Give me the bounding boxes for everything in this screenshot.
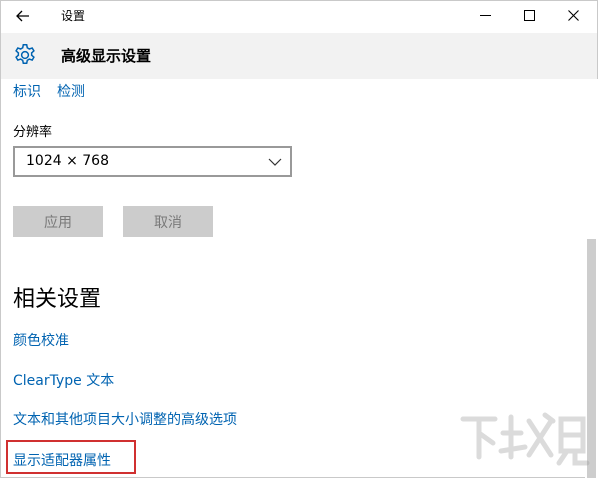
maximize-button[interactable] (507, 1, 551, 29)
scroll-thumb[interactable] (587, 239, 596, 478)
chevron-down-icon (268, 158, 282, 166)
resolution-label: 分辨率 (13, 125, 53, 140)
window-title: 设置 (61, 9, 86, 23)
identify-link[interactable]: 标识 (13, 84, 41, 100)
page-header: 高级显示设置 (1, 33, 597, 79)
top-links: 标识 检测 (13, 81, 101, 101)
close-icon (567, 9, 579, 21)
close-button[interactable] (551, 1, 595, 29)
cancel-button[interactable]: 取消 (123, 206, 213, 237)
detect-link[interactable]: 检测 (57, 84, 85, 100)
minimize-button[interactable] (463, 1, 507, 29)
color-calibration-link[interactable]: 颜色校准 (13, 330, 69, 350)
resolution-dropdown[interactable]: 1024 × 768 (13, 146, 292, 177)
gear-icon (15, 44, 35, 65)
back-arrow-icon (16, 10, 29, 22)
apply-button[interactable]: 应用 (13, 206, 103, 237)
back-button[interactable] (7, 3, 39, 29)
advanced-sizing-link[interactable]: 文本和其他项目大小调整的高级选项 (13, 409, 237, 429)
settings-content: 标识 检测 分辨率 1024 × 768 应用 取消 相关设置 颜色校准 Clea… (1, 79, 585, 478)
settings-window: 设置 高级显示设置 标识 检测 分辨率 1024 × 768 应用 取消 相关设… (0, 0, 598, 478)
title-bar: 设置 (1, 1, 597, 31)
minimize-icon (479, 14, 491, 16)
maximize-icon (523, 9, 535, 21)
resolution-value: 1024 × 768 (26, 153, 109, 169)
highlight-box (6, 440, 136, 474)
page-title: 高级显示设置 (61, 47, 152, 65)
vertical-scrollbar[interactable] (585, 79, 598, 478)
cleartype-text-link[interactable]: ClearType 文本 (13, 370, 114, 390)
related-settings-title: 相关设置 (13, 287, 102, 312)
